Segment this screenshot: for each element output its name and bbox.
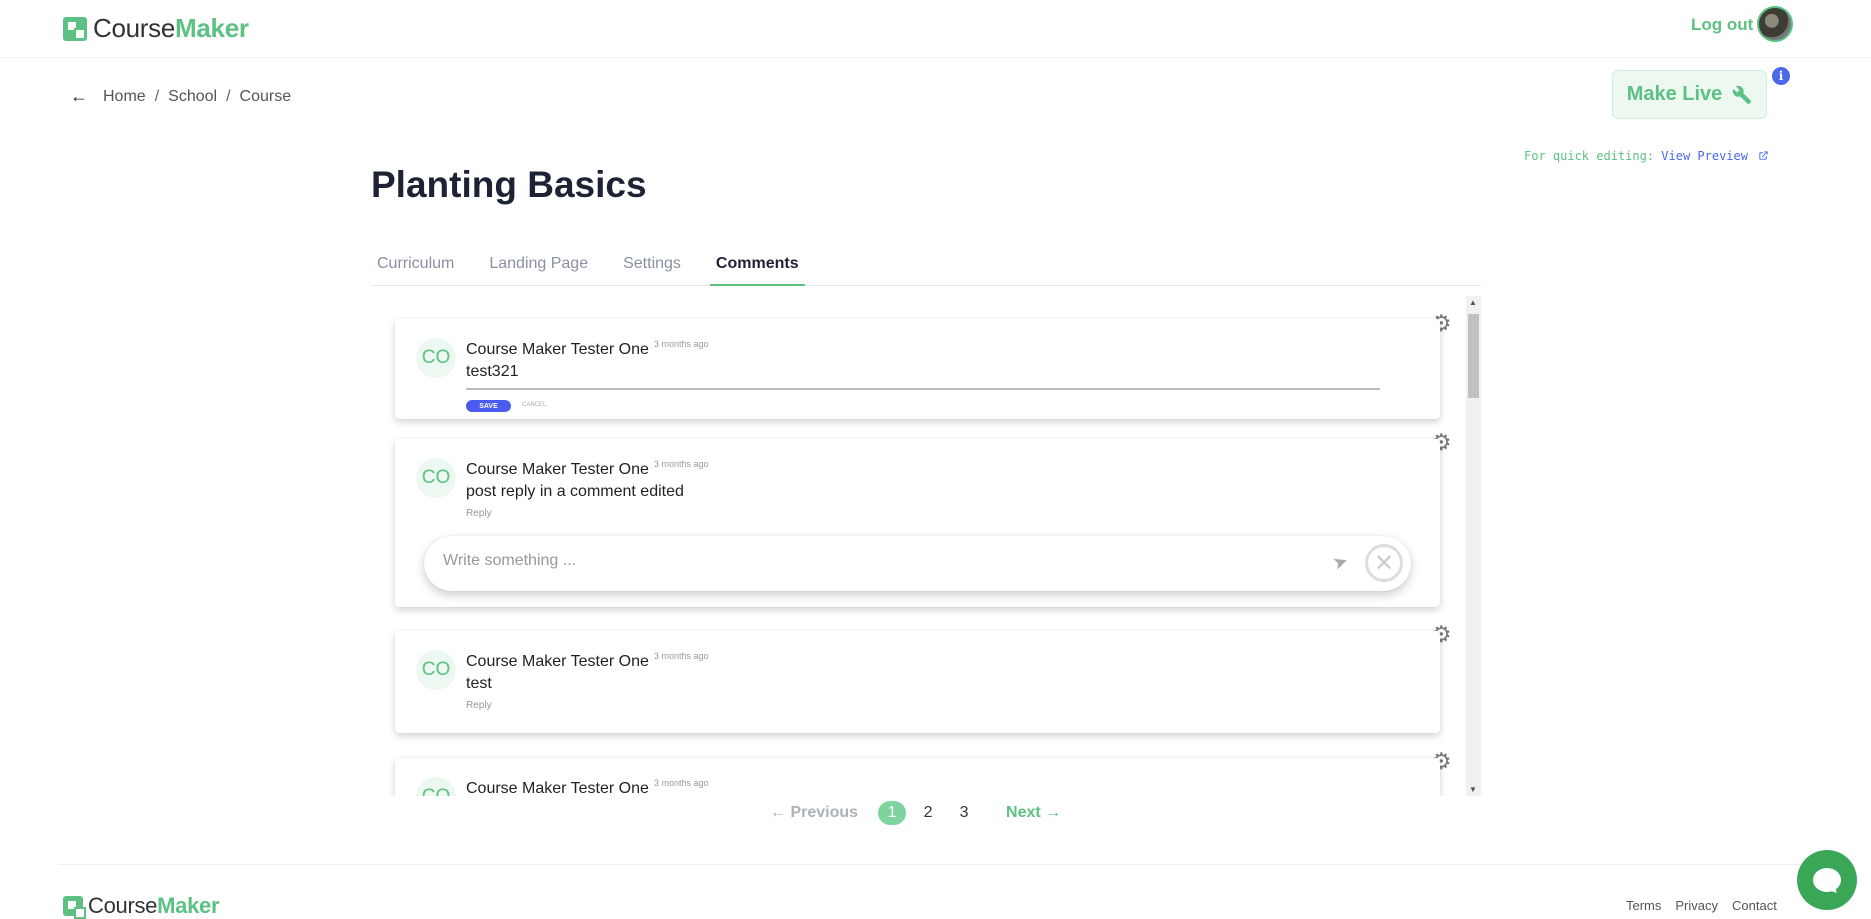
page-2-button[interactable]: 2 [914, 801, 942, 825]
breadcrumb: ← Home / School / Course [70, 86, 291, 107]
edit-field-underline [466, 388, 1380, 390]
footer-logo-text: CourseMaker [88, 893, 220, 919]
scroll-down-arrow-icon[interactable]: ▼ [1469, 785, 1477, 794]
footer-logo[interactable]: CourseMaker [63, 893, 220, 919]
reply-input[interactable] [443, 552, 1323, 570]
logo-text-course: Course [93, 13, 176, 43]
previous-page-button[interactable]: ← Previous [770, 804, 858, 822]
view-preview-link[interactable]: View Preview [1661, 149, 1748, 163]
tab-settings[interactable]: Settings [617, 252, 687, 286]
breadcrumb-course[interactable]: Course [240, 88, 292, 106]
comment-timestamp: 3 months ago [654, 778, 709, 788]
footer-link-privacy[interactable]: Privacy [1675, 898, 1718, 913]
tab-landing-page[interactable]: Landing Page [483, 252, 594, 286]
comment-avatar: CO [416, 338, 456, 378]
reply-box: ➤ ✕ [424, 536, 1411, 591]
chat-icon [1813, 868, 1841, 892]
comment-timestamp: 3 months ago [654, 651, 709, 661]
comment-author: Course Maker Tester One [466, 780, 649, 796]
chat-widget-button[interactable] [1797, 850, 1857, 910]
comment-author: Course Maker Tester One [466, 461, 649, 478]
pagination: ← Previous 1 2 3 Next → [770, 801, 1061, 825]
make-live-label: Make Live [1626, 83, 1723, 105]
make-live-button[interactable]: Make Live [1612, 70, 1767, 119]
comment-body: test [466, 675, 492, 692]
user-avatar[interactable] [1757, 6, 1793, 42]
breadcrumb-separator: / [154, 87, 160, 105]
course-title: Planting Basics [371, 164, 647, 205]
page-1-button[interactable]: 1 [878, 801, 907, 825]
cancel-button[interactable]: CANCEL [522, 402, 546, 408]
comment-edit-field[interactable]: test321 [466, 363, 518, 381]
breadcrumb-school[interactable]: School [168, 88, 217, 106]
comments-list[interactable]: ⚙ CO Course Maker Tester One 3 months ag… [371, 296, 1481, 796]
scroll-up-arrow-icon[interactable]: ▲ [1469, 298, 1477, 307]
reply-link[interactable]: Reply [466, 700, 492, 711]
footer-link-terms[interactable]: Terms [1626, 898, 1661, 913]
logout-link[interactable]: Log out [1691, 15, 1753, 35]
logo-text-maker: Maker [157, 893, 220, 918]
comment-avatar: CO [416, 458, 456, 498]
footer-divider [58, 864, 1813, 865]
coursemaker-logo[interactable]: CourseMaker [63, 13, 249, 44]
comment-card: CO Course Maker Tester One 3 months ago … [395, 319, 1440, 419]
comment-author: Course Maker Tester One [466, 653, 649, 670]
course-tabs: Curriculum Landing Page Settings Comment… [371, 252, 1481, 286]
breadcrumb-home[interactable]: Home [103, 88, 146, 106]
quick-edit-hint: For quick editing: View Preview [1524, 149, 1769, 163]
comment-author: Course Maker Tester One [466, 341, 649, 358]
reply-link[interactable]: Reply [466, 508, 492, 519]
tab-curriculum[interactable]: Curriculum [371, 252, 460, 286]
logo-mark-icon [63, 16, 87, 41]
logo-mark-icon [63, 896, 86, 919]
footer-links: Terms Privacy Contact [1626, 898, 1777, 913]
comment-card: CO Course Maker Tester One 3 months ago … [395, 631, 1440, 733]
comment-card: CO Course Maker Tester One 3 months ago … [395, 439, 1440, 607]
scrollbar-thumb[interactable] [1468, 314, 1479, 398]
tab-comments[interactable]: Comments [709, 252, 805, 286]
logo-text-course: Course [88, 893, 158, 918]
close-icon[interactable]: ✕ [1365, 544, 1403, 582]
comment-body: post reply in a comment edited [466, 483, 684, 500]
wrench-icon [1733, 85, 1752, 104]
footer-link-contact[interactable]: Contact [1732, 898, 1777, 913]
logo-text: CourseMaker [93, 13, 249, 44]
comment-avatar: CO [416, 650, 456, 690]
top-navigation-bar: CourseMaker Log out [0, 0, 1871, 58]
quick-edit-prefix: For quick editing: [1524, 149, 1655, 163]
comment-timestamp: 3 months ago [654, 459, 709, 469]
next-page-button[interactable]: Next → [1006, 804, 1061, 822]
send-icon[interactable]: ➤ [1330, 550, 1351, 575]
comment-timestamp: 3 months ago [654, 339, 709, 349]
page-3-button[interactable]: 3 [950, 801, 978, 825]
info-icon[interactable]: i [1772, 67, 1790, 85]
breadcrumb-separator: / [226, 87, 231, 105]
save-button[interactable]: SAVE [466, 400, 511, 412]
comment-avatar: CO [416, 777, 456, 796]
back-arrow-icon[interactable]: ← [70, 86, 88, 107]
comment-card: CO Course Maker Tester One 3 months ago [395, 758, 1440, 796]
external-link-icon[interactable] [1758, 150, 1769, 161]
comments-scrollbar[interactable]: ▲ ▼ [1466, 296, 1481, 796]
logo-text-maker: Maker [175, 13, 249, 43]
